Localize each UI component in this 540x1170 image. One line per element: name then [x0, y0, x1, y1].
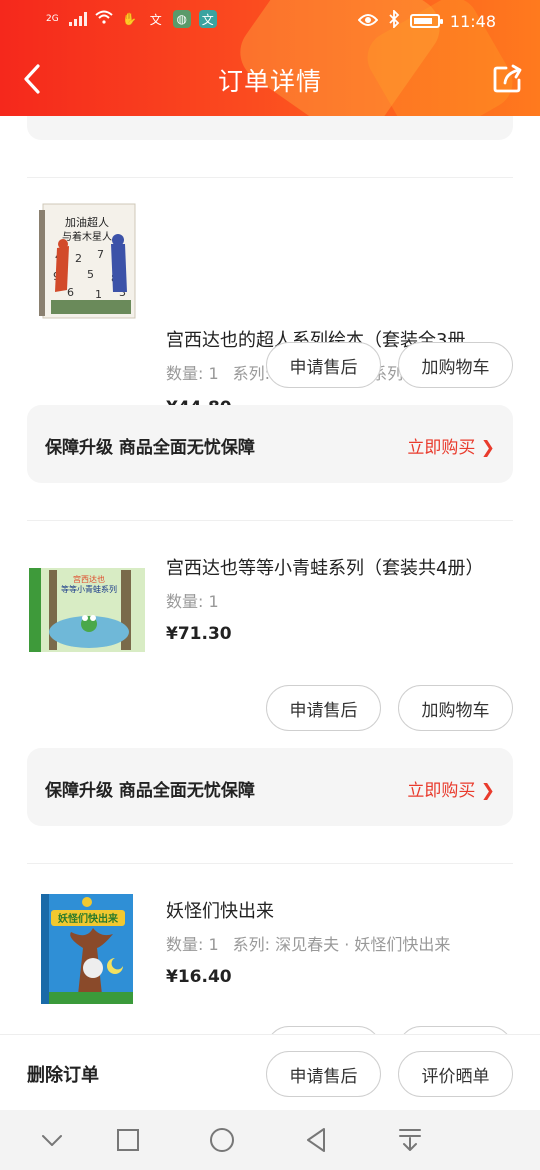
- add-to-cart-button[interactable]: 加购物车: [398, 685, 513, 731]
- order-content[interactable]: 加油超人 与着木星人 4279 958 613 宫西达也的超人系列绘本（套装全3…: [0, 116, 540, 1034]
- series-label: 系列: 深见春夫 · 妖怪们快出来: [232, 935, 451, 954]
- status-bar: 2G ✋ 文 ◍ 文 11:48: [0, 0, 540, 44]
- product-name[interactable]: 宫西达也等等小青蛙系列（套装共4册）: [166, 554, 511, 580]
- buy-now-link[interactable]: 立即购买 ❯: [407, 433, 495, 458]
- divider: [27, 520, 513, 521]
- svg-text:1: 1: [95, 288, 102, 301]
- product-meta: 数量: 1 系列: 深见春夫 · 妖怪们快出来: [166, 931, 450, 955]
- svg-text:6: 6: [67, 286, 74, 299]
- eye-icon: [357, 12, 379, 31]
- protection-text: 保障升级 商品全面无忧保障: [45, 781, 255, 801]
- protection-text: 保障升级 商品全面无忧保障: [45, 438, 255, 458]
- add-to-cart-button[interactable]: [398, 1026, 513, 1034]
- cover-subtitle: 等等小青蛙系列: [61, 584, 117, 594]
- signal-icon: [68, 12, 87, 26]
- svg-text:5: 5: [87, 268, 94, 281]
- cover-subtitle: 与着木星人: [62, 230, 112, 243]
- back-nav-icon[interactable]: [300, 1124, 332, 1156]
- hand-icon: ✋: [122, 12, 138, 26]
- cover-title: 妖怪们快出来: [58, 912, 119, 925]
- product-meta: 数量: 1: [166, 588, 219, 612]
- product-image[interactable]: 妖怪们快出来: [27, 888, 147, 1008]
- system-nav-bar: [0, 1110, 540, 1170]
- bottom-action-bar: 删除订单 申请售后 评价晒单: [0, 1034, 540, 1110]
- battery-icon: [409, 14, 443, 28]
- apply-after-sale-button[interactable]: 申请售后: [266, 1051, 381, 1097]
- product-image[interactable]: 宫西达也 等等小青蛙系列: [27, 546, 147, 666]
- product-price: ¥16.40: [166, 967, 232, 987]
- svg-text:7: 7: [97, 248, 104, 261]
- collapse-icon[interactable]: [36, 1124, 68, 1156]
- divider: [27, 177, 513, 178]
- home-icon[interactable]: [206, 1124, 238, 1156]
- apply-after-sale-button[interactable]: [266, 1026, 381, 1034]
- share-button[interactable]: [492, 62, 524, 94]
- divider: [27, 863, 513, 864]
- quantity-label: 数量: 1: [166, 364, 219, 383]
- product-image[interactable]: 加油超人 与着木星人 4279 958 613: [27, 200, 147, 320]
- protection-banner[interactable]: 保障升级 商品全面无忧保障 立即购买 ❯: [27, 748, 513, 826]
- svg-text:2: 2: [75, 252, 82, 265]
- product-name[interactable]: 妖怪们快出来: [166, 897, 511, 923]
- bluetooth-icon: [388, 8, 400, 32]
- network-type: 2G: [46, 14, 59, 24]
- clock: 11:48: [449, 11, 496, 31]
- quantity-label: 数量: 1: [166, 935, 219, 954]
- apply-after-sale-button[interactable]: 申请售后: [266, 342, 381, 388]
- recent-apps-icon[interactable]: [112, 1124, 144, 1156]
- cover-title: 加油超人: [65, 215, 109, 229]
- header: 2G ✋ 文 ◍ 文 11:48 订单详情: [0, 0, 540, 116]
- delete-order-button[interactable]: 删除订单: [27, 1061, 99, 1087]
- translate-icon: 文: [149, 12, 162, 27]
- translate-icon: 文: [198, 10, 217, 28]
- page-title: 订单详情: [217, 67, 322, 96]
- notification-pulldown-icon[interactable]: [394, 1124, 426, 1156]
- review-order-button[interactable]: 评价晒单: [398, 1051, 513, 1097]
- protection-banner[interactable]: 保障升级 商品全面无忧保障 立即购买 ❯: [27, 405, 513, 483]
- product-price: ¥71.30: [166, 624, 232, 644]
- previous-section-card: [27, 116, 513, 140]
- apply-after-sale-button[interactable]: 申请售后: [266, 685, 381, 731]
- quantity-label: 数量: 1: [166, 592, 219, 611]
- app-notification-icon: ◍: [172, 10, 191, 28]
- add-to-cart-button[interactable]: 加购物车: [398, 342, 513, 388]
- wifi-icon: [95, 10, 113, 28]
- cover-title: 宫西达也: [73, 574, 105, 584]
- buy-now-link[interactable]: 立即购买 ❯: [407, 776, 495, 801]
